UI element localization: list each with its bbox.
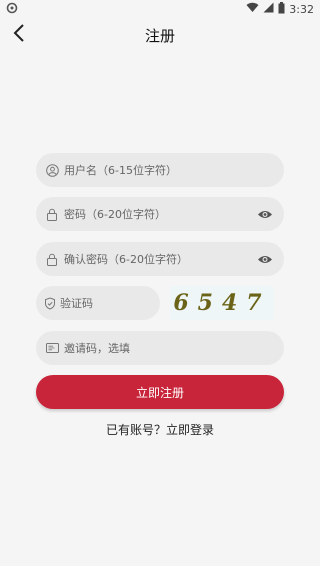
- wifi-icon: [246, 2, 259, 16]
- captcha-code: 6547: [173, 290, 271, 316]
- navigation-bar: 注册: [0, 18, 320, 52]
- confirm-password-field[interactable]: [36, 242, 284, 276]
- password-field[interactable]: [36, 197, 284, 231]
- eye-icon[interactable]: [256, 250, 274, 268]
- register-button[interactable]: 立即注册: [36, 375, 284, 409]
- status-bar: 3:32: [0, 0, 320, 18]
- lock-icon: [44, 206, 60, 222]
- invite-code-input[interactable]: [64, 341, 274, 355]
- confirm-password-input[interactable]: [64, 252, 256, 266]
- invite-code-field[interactable]: [36, 331, 284, 365]
- captcha-image[interactable]: 6547: [170, 286, 274, 320]
- app-icon: [6, 2, 18, 17]
- captcha-field[interactable]: [36, 286, 205, 320]
- shield-icon: [44, 295, 56, 311]
- page-title: 注册: [144, 26, 175, 45]
- password-input[interactable]: [64, 207, 256, 221]
- back-button[interactable]: [8, 22, 30, 48]
- status-time: 3:32: [289, 2, 314, 16]
- eye-icon[interactable]: [256, 205, 274, 223]
- invite-card-icon: [44, 340, 60, 356]
- signal-icon: [263, 2, 274, 16]
- lock-icon: [44, 251, 60, 267]
- username-field[interactable]: [36, 153, 284, 187]
- user-icon: [44, 162, 60, 178]
- login-link[interactable]: 已有账号？立即登录: [0, 421, 320, 438]
- chevron-left-icon: [13, 24, 25, 46]
- username-input[interactable]: [64, 163, 274, 177]
- battery-icon: [278, 1, 285, 17]
